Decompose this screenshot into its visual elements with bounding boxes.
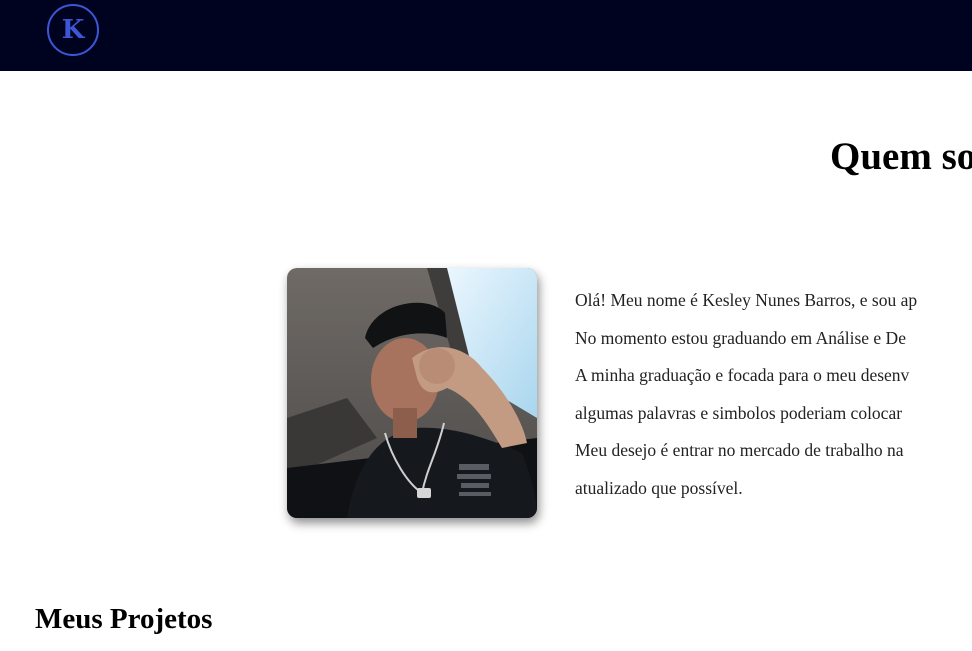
about-line: algumas palavras e simbolos poderiam col…	[575, 402, 903, 423]
about-line: No momento estou graduando em Análise e …	[575, 327, 906, 348]
about-text: Olá! Meu nome é Kesley Nunes Barros, e s…	[575, 284, 972, 510]
profile-photo	[287, 268, 537, 518]
about-line: Meu desejo é entrar no mercado de trabal…	[575, 440, 904, 461]
about-line: atualizado que possível.	[575, 477, 743, 498]
projects-title: Meus Projetos	[35, 603, 213, 635]
about-title: Quem so	[830, 135, 972, 178]
top-navbar: K	[0, 0, 972, 71]
about-line: Olá! Meu nome é Kesley Nunes Barros, e s…	[575, 290, 918, 310]
logo-badge[interactable]: K	[47, 4, 99, 56]
logo-letter: K	[61, 15, 85, 45]
profile-photo-image	[287, 268, 537, 518]
about-line: A minha graduação e focada para o meu de…	[575, 365, 910, 386]
